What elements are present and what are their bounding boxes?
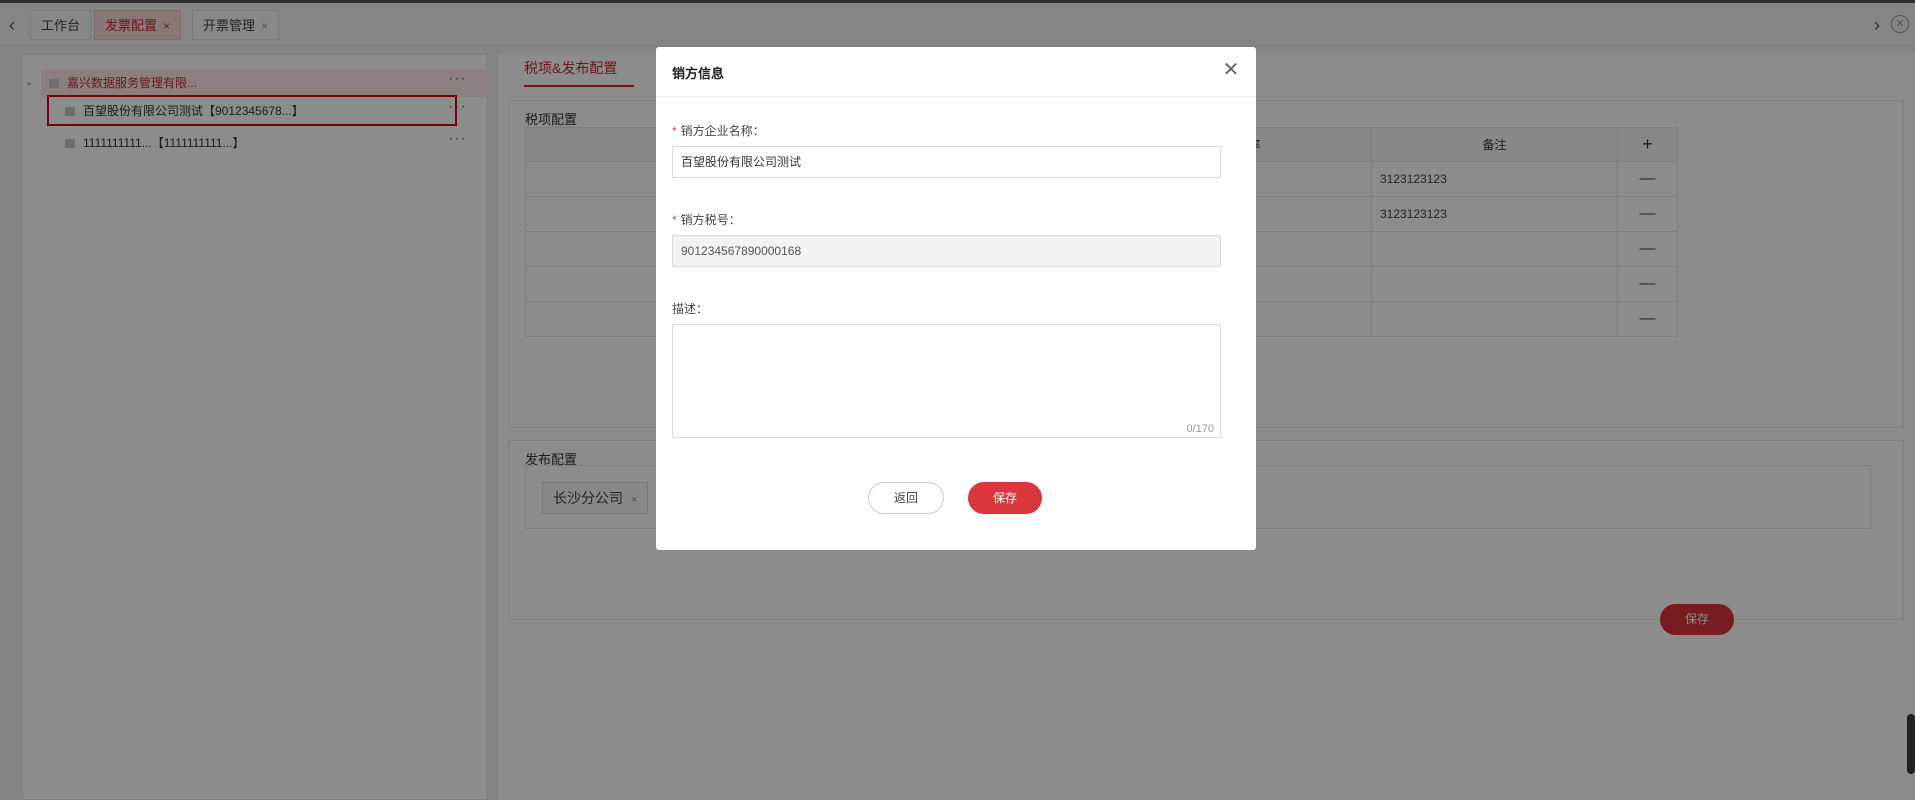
company-name-input[interactable]: 百望股份有限公司测试 [672, 146, 1221, 178]
close-icon[interactable]: ✕ [1220, 59, 1242, 81]
required-mark: * [672, 124, 677, 138]
tax-number-input: 901234567890000168 [672, 235, 1221, 267]
company-name-label: * 销方企业名称： [672, 124, 765, 138]
description-textarea[interactable]: 0/170 [672, 324, 1221, 438]
scroll-indicator[interactable] [1907, 714, 1915, 774]
char-counter: 0/170 [1186, 423, 1214, 435]
back-button[interactable]: 返回 [868, 482, 944, 514]
tax-number-label: * 销方税号： [672, 213, 741, 227]
dialog-title: 销方信息 [672, 66, 725, 81]
dialog-header: 销方信息 ✕ [656, 47, 1256, 97]
description-label: 描述： [672, 302, 709, 316]
seller-info-dialog: 销方信息 ✕ * 销方企业名称： 百望股份有限公司测试 * 销方税号： 901234… [656, 47, 1256, 550]
required-mark: * [672, 213, 677, 227]
save-button[interactable]: 保存 [968, 482, 1042, 514]
